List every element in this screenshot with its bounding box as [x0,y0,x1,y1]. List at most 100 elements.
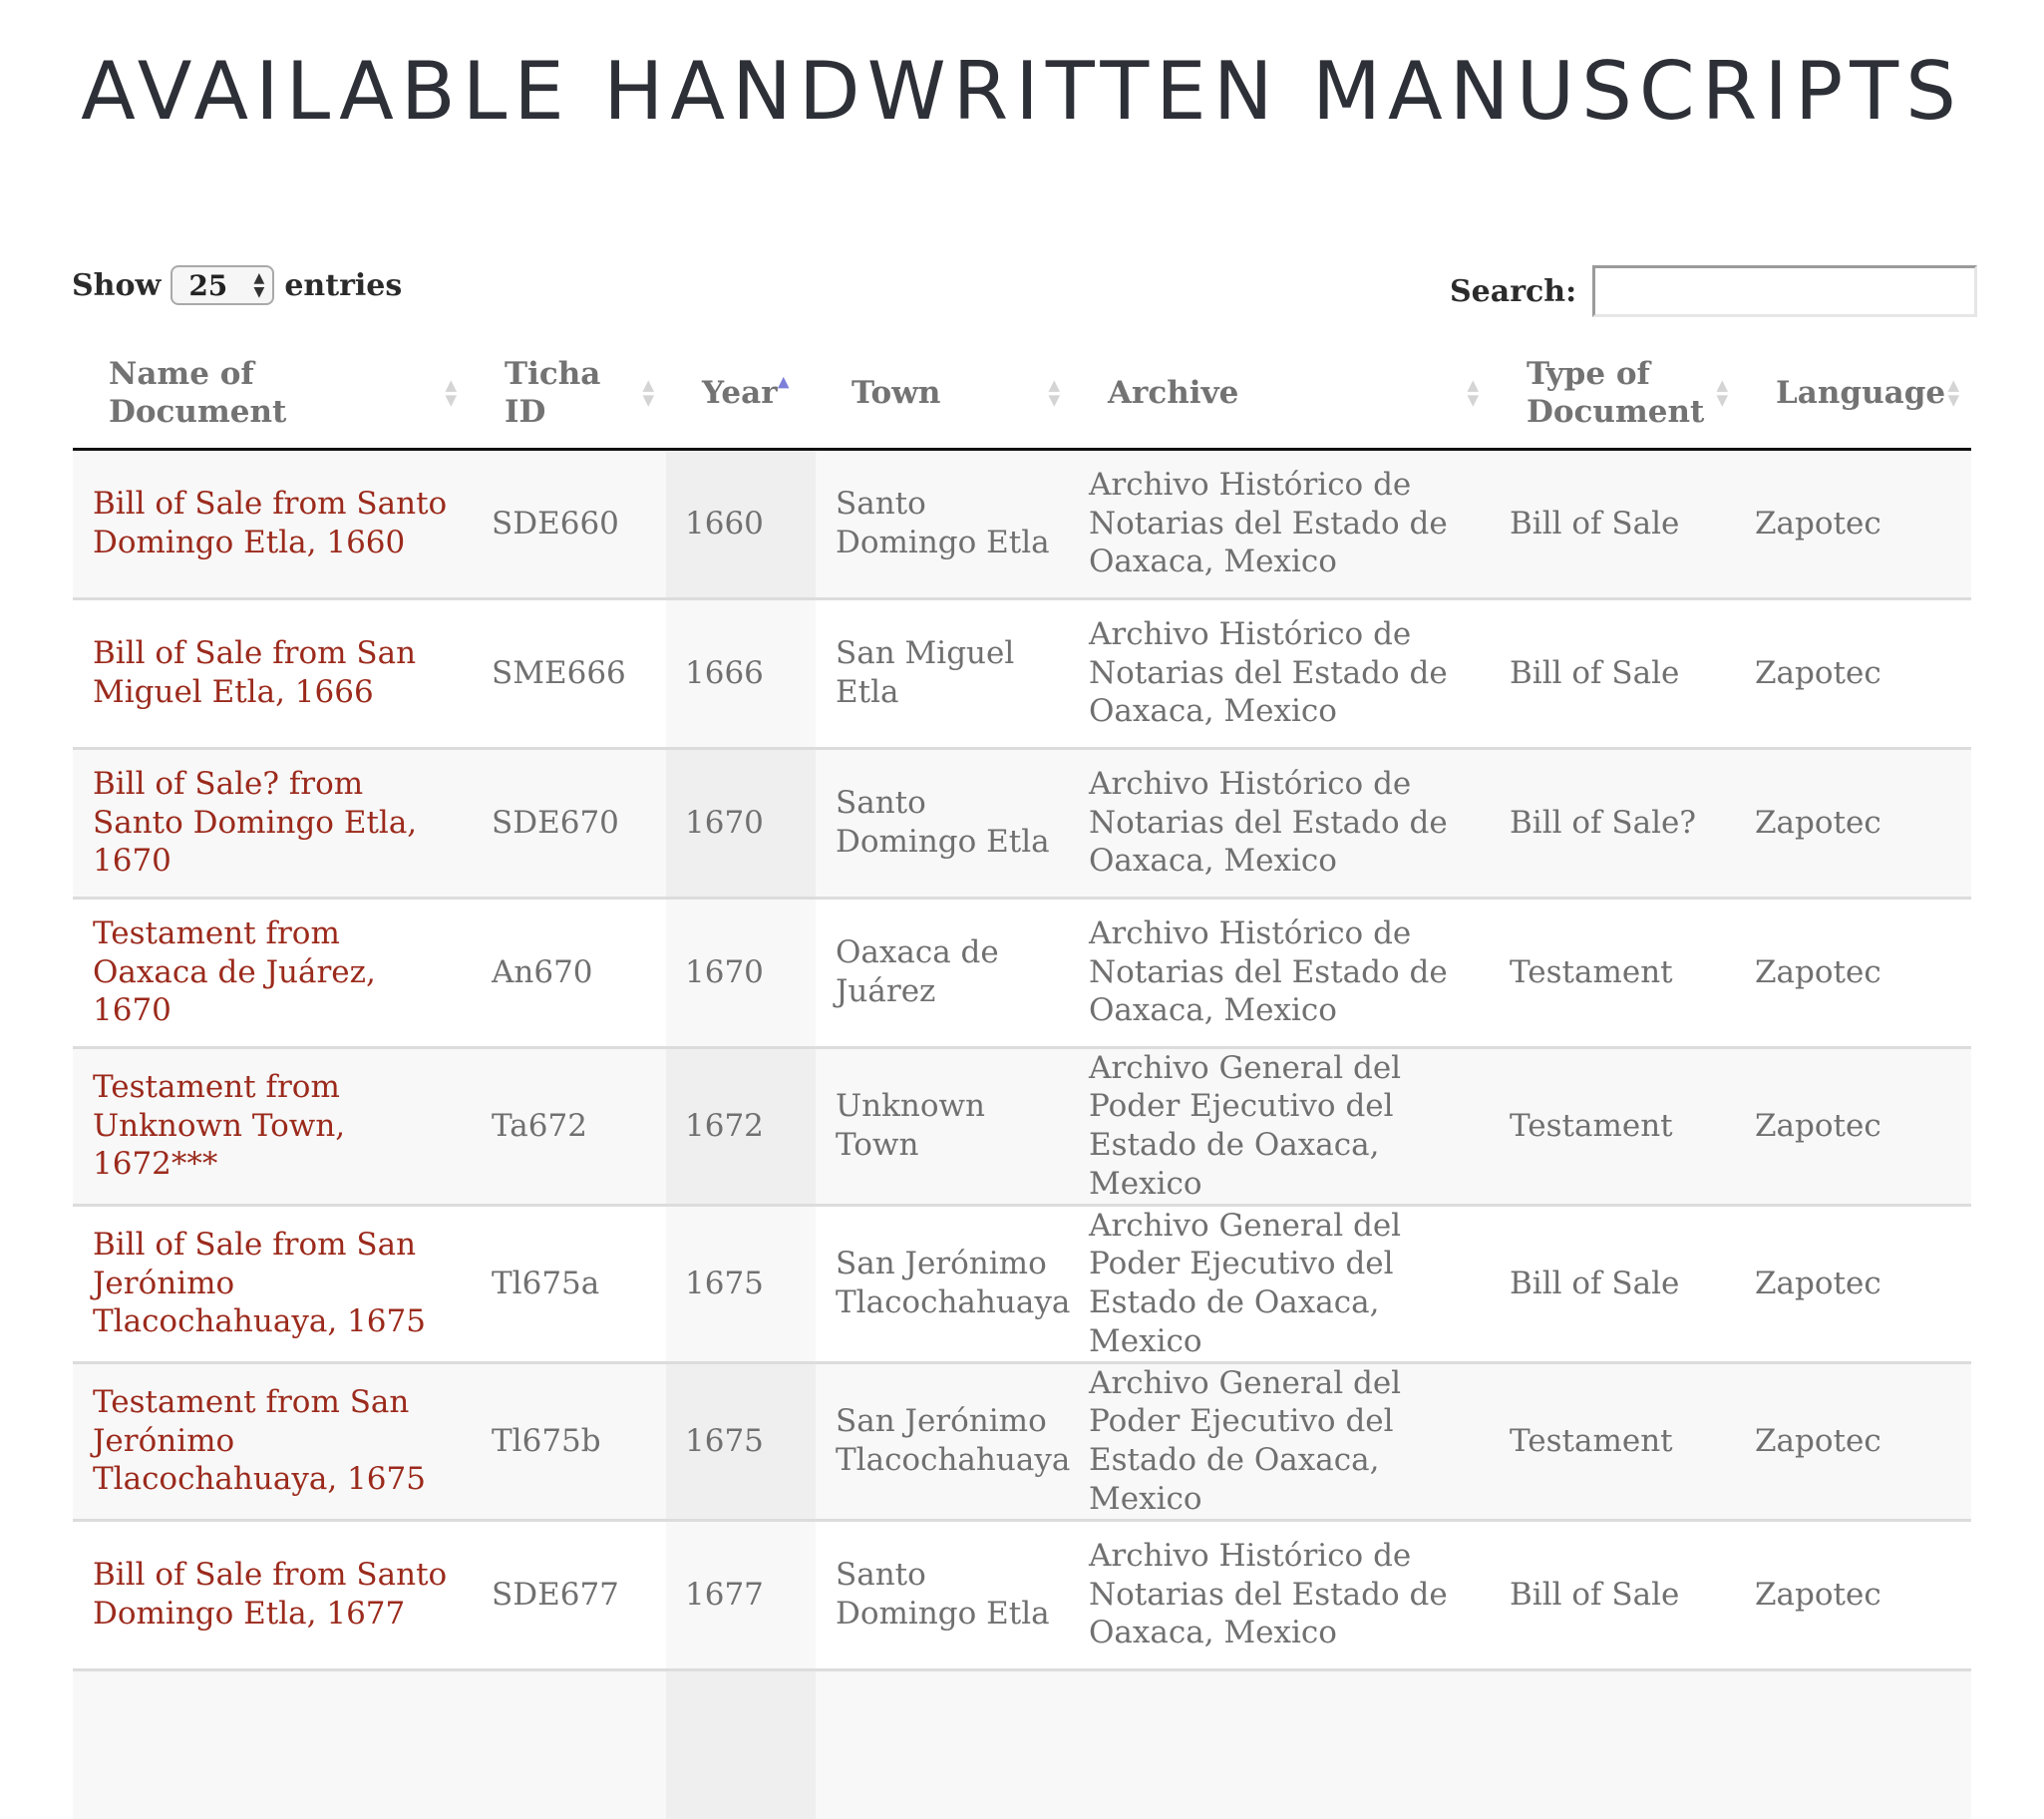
column-header-label: Archive [1108,374,1239,411]
cell-language: Zapotec [1740,596,1971,748]
sort-both-icon: ▲ ▼ [1947,376,1959,410]
cell-type-of-document: Testament [1491,1360,1740,1520]
column-header-year[interactable]: Year ▲ [666,339,816,451]
sort-both-icon: ▲ ▼ [1716,376,1728,410]
cell-ticha-id: SDE670 [469,746,666,898]
page-title: AVAILABLE HANDWRITTEN MANUSCRIPTS [81,45,1963,138]
cell-name-of-document: Bill of Sale from Santo Domingo Etla, 16… [73,449,469,598]
manuscripts-table: Name of Document ▲ ▼ Ticha ID ▲ ▼ Year ▲ Town ▲ ▼ A… [73,339,1971,1819]
column-header-language[interactable]: Language ▲ ▼ [1740,339,1971,451]
column-header-town[interactable]: Town ▲ ▼ [816,339,1072,451]
cell-town: Santo Domingo Etla [816,746,1072,898]
document-link[interactable]: Bill of Sale? from Santo Domingo Etla, 1… [93,766,417,880]
column-header-label: Ticha ID [505,355,601,431]
cell-language: Zapotec [1740,1045,1971,1205]
column-header-name-of-document[interactable]: Name of Document ▲ ▼ [73,339,469,451]
cell-year: 1660 [666,449,816,598]
table-row [73,1667,1971,1819]
search-label: Search: [1450,273,1577,309]
document-link[interactable]: Bill of Sale from Santo Domingo Etla, 16… [93,1557,447,1632]
table-row: Bill of Sale from San Miguel Etla, 1666 S… [73,596,1971,748]
cell-archive: Archivo Histórico de Notarias del Estado… [1072,746,1491,898]
cell-type-of-document [1491,1667,1740,1819]
entries-label: entries [284,267,403,303]
cell-archive: Archivo Histórico de Notarias del Estado… [1072,449,1491,598]
column-header-label: Name of Document [109,355,287,431]
cell-archive: Archivo General del Poder Ejecutivo del … [1072,1045,1491,1205]
table-row: Bill of Sale from Santo Domingo Etla, 16… [73,449,1971,598]
show-label: Show [72,267,162,303]
cell-ticha-id: An670 [469,896,666,1047]
cell-language: Zapotec [1740,896,1971,1047]
cell-archive: Archivo Histórico de Notarias del Estado… [1072,1518,1491,1669]
cell-type-of-document: Testament [1491,896,1740,1047]
cell-year: 1675 [666,1203,816,1362]
select-arrows-icon: ▲ ▼ [253,270,265,300]
table-header-row: Name of Document ▲ ▼ Ticha ID ▲ ▼ Year ▲ Town ▲ ▼ A… [73,339,1971,451]
cell-town: Santo Domingo Etla [816,449,1072,598]
cell-year: 1677 [666,1518,816,1669]
cell-language: Zapotec [1740,449,1971,598]
search-control: Search: [1450,265,1978,317]
cell-name-of-document: Bill of Sale from Santo Domingo Etla, 16… [73,1518,469,1669]
cell-town: San Jerónimo Tlacochahuaya [816,1203,1072,1362]
cell-ticha-id: Ta672 [469,1045,666,1205]
cell-year: 1670 [666,896,816,1047]
column-header-archive[interactable]: Archive ▲ ▼ [1072,339,1491,451]
cell-archive: Archivo Histórico de Notarias del Estado… [1072,596,1491,748]
table-row: Testament from San Jerónimo Tlacochahuay… [73,1360,1971,1520]
sort-both-icon: ▲ ▼ [1048,376,1060,410]
cell-name-of-document: Testament from San Jerónimo Tlacochahuay… [73,1360,469,1520]
cell-language [1740,1667,1971,1819]
cell-town: San Miguel Etla [816,596,1072,748]
cell-ticha-id: Tl675b [469,1360,666,1520]
cell-name-of-document: Bill of Sale from San Jerónimo Tlacochah… [73,1203,469,1362]
document-link[interactable]: Testament from Unknown Town, 1672*** [93,1069,345,1183]
document-link[interactable]: Bill of Sale from Santo Domingo Etla, 16… [93,486,447,560]
cell-town: Unknown Town [816,1045,1072,1205]
cell-year: 1670 [666,746,816,898]
document-link[interactable]: Testament from Oaxaca de Juárez, 1670 [93,915,376,1029]
cell-ticha-id: Tl675a [469,1203,666,1362]
cell-language: Zapotec [1740,1203,1971,1362]
column-header-label: Type of Document [1527,355,1705,431]
cell-year: 1666 [666,596,816,748]
cell-type-of-document: Bill of Sale? [1491,746,1740,898]
cell-year: 1675 [666,1360,816,1520]
page-length-select[interactable]: 25 ▲ ▼ [170,265,275,305]
column-header-ticha-id[interactable]: Ticha ID ▲ ▼ [469,339,666,451]
cell-town: San Jerónimo Tlacochahuaya [816,1360,1072,1520]
cell-town: Santo Domingo Etla [816,1518,1072,1669]
cell-name-of-document: Bill of Sale? from Santo Domingo Etla, 1… [73,746,469,898]
search-input[interactable] [1592,265,1978,317]
cell-town: Oaxaca de Juárez [816,896,1072,1047]
cell-year: 1672 [666,1045,816,1205]
column-header-type-of-document[interactable]: Type of Document ▲ ▼ [1491,339,1740,451]
table-row: Testament from Oaxaca de Juárez, 1670 An6… [73,896,1971,1047]
page-length-value: 25 [188,268,228,302]
cell-ticha-id: SDE677 [469,1518,666,1669]
cell-language: Zapotec [1740,746,1971,898]
table-row: Bill of Sale from San Jerónimo Tlacochah… [73,1203,1971,1362]
column-header-label: Language [1776,374,1946,411]
cell-archive: Archivo General del Poder Ejecutivo del … [1072,1203,1491,1362]
document-link[interactable]: Testament from San Jerónimo Tlacochahuay… [93,1384,426,1498]
document-link[interactable]: Bill of Sale from San Miguel Etla, 1666 [93,635,416,710]
cell-archive [1072,1667,1491,1819]
sort-both-icon: ▲ ▼ [445,376,457,410]
sort-both-icon: ▲ ▼ [642,376,654,410]
cell-name-of-document: Testament from Unknown Town, 1672*** [73,1045,469,1205]
sort-both-icon: ▲ ▼ [1467,376,1479,410]
cell-archive: Archivo Histórico de Notarias del Estado… [1072,896,1491,1047]
document-link[interactable]: Bill of Sale from San Jerónimo Tlacochah… [93,1227,426,1340]
table-row: Bill of Sale? from Santo Domingo Etla, 1… [73,746,1971,898]
cell-town [816,1667,1072,1819]
table-row: Bill of Sale from Santo Domingo Etla, 16… [73,1518,1971,1669]
cell-name-of-document [73,1667,469,1819]
cell-type-of-document: Bill of Sale [1491,449,1740,598]
cell-type-of-document: Bill of Sale [1491,596,1740,748]
cell-language: Zapotec [1740,1518,1971,1669]
cell-year [666,1667,816,1819]
cell-ticha-id: SME666 [469,596,666,748]
cell-type-of-document: Bill of Sale [1491,1203,1740,1362]
